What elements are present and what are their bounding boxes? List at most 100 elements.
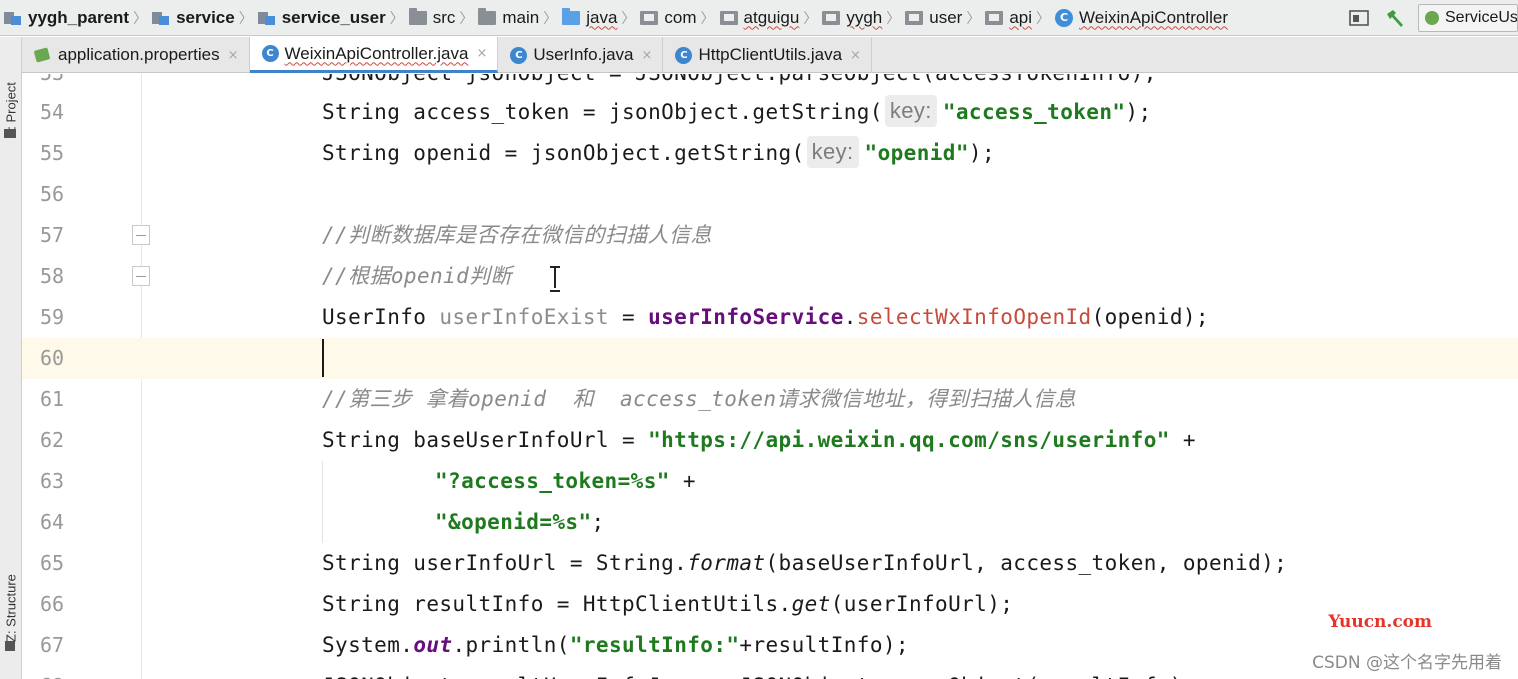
package-icon [640,10,659,25]
line-number: 62 [40,428,65,452]
line-number: 65 [40,551,65,575]
layout-icon[interactable] [1346,5,1372,31]
folder-icon [4,129,16,138]
code-text: JSONObject jsonObject = JSONObject.parse… [322,74,1157,94]
breadcrumb-yygh[interactable]: yygh [822,8,882,28]
chevron-right-icon: 〉 [886,10,901,27]
chevron-right-icon: 〉 [966,10,981,27]
code-text: String resultInfo = HttpClientUtils.get(… [322,592,1014,616]
code-text: "&openid=%s"; [435,510,605,534]
comment-text: //根据openid判断 [322,264,512,288]
folder-icon [408,7,427,25]
package-icon [905,10,924,25]
module-icon [152,10,170,26]
fold-marker-icon[interactable] [132,225,150,245]
project-tool-tab[interactable]: 1: Project [1,47,21,137]
package-icon [822,10,841,25]
code-text: JSONObject resultUserInfoJson = JSONObje… [322,666,1196,679]
class-icon: C [1055,8,1074,27]
class-icon: C [510,46,528,64]
text-cursor-icon [550,266,560,292]
code-line: 56 [22,174,1518,215]
spring-boot-icon [1425,11,1439,25]
line-number: 54 [40,100,65,124]
chevron-right-icon: 〉 [389,10,404,27]
code-text: String openid = jsonObject.getString(key… [322,133,995,174]
current-code-line: 60 [22,338,1518,379]
navigation-bar: yygh_parent 〉 service 〉 service_user 〉 s… [0,0,1518,36]
line-number: 66 [40,592,65,616]
breadcrumb-api[interactable]: api [985,8,1032,28]
structure-tool-tab[interactable]: Z: Structure [1,542,21,642]
breadcrumb-com[interactable]: com [640,8,697,28]
tab-application-properties[interactable]: application.properties × [22,37,250,73]
code-line: 58 //根据openid判断 [22,256,1518,297]
code-editor[interactable]: 53 JSONObject jsonObject = JSONObject.pa… [22,74,1518,679]
chevron-right-icon: 〉 [1036,10,1051,27]
code-text: "?access_token=%s" + [435,469,696,493]
line-number: 55 [40,141,65,165]
breadcrumb-weixin-api-controller[interactable]: C WeixinApiController [1055,8,1228,28]
line-number: 58 [40,264,65,288]
code-line: 61 //第三步 拿着openid 和 access_token请求微信地址，得… [22,379,1518,420]
left-tool-strip: 1: Project Z: Structure [0,37,22,679]
run-configuration-selector[interactable]: ServiceUser [1418,4,1518,32]
chevron-right-icon: 〉 [803,10,818,27]
code-text: UserInfo userInfoExist = userInfoService… [322,305,1209,329]
chevron-right-icon: 〉 [543,10,558,27]
code-line: 67 System.out.println("resultInfo:"+resu… [22,625,1518,666]
editor-tabs: application.properties × C WeixinApiCont… [22,37,1518,73]
fold-marker-icon[interactable] [132,266,150,286]
chevron-right-icon: 〉 [621,10,636,27]
code-line: 57 //判断数据库是否存在微信的扫描人信息 [22,215,1518,256]
class-icon: C [675,46,693,64]
toolbar-right: ServiceUser [1336,0,1518,35]
code-line: 64 "&openid=%s"; [22,502,1518,543]
line-number: 63 [40,469,65,493]
line-number: 56 [40,182,65,206]
properties-file-icon [34,47,52,63]
code-line: 59 UserInfo userInfoExist = userInfoServ… [22,297,1518,338]
close-icon[interactable]: × [642,48,653,63]
breadcrumb-src[interactable]: src [408,7,455,28]
code-line: 54 String access_token = jsonObject.getS… [22,92,1518,133]
structure-icon [5,641,15,651]
build-hammer-icon[interactable] [1382,5,1408,31]
package-icon [719,10,738,25]
close-icon[interactable]: × [850,48,861,63]
chevron-right-icon: 〉 [133,10,148,27]
parameter-hint: key: [884,95,937,127]
breadcrumb-service-user[interactable]: service_user [257,8,386,28]
breadcrumb-yygh-parent[interactable]: yygh_parent [4,8,129,28]
source-folder-icon [562,7,581,25]
tab-user-info[interactable]: C UserInfo.java × [498,37,664,73]
tab-weixin-api-controller[interactable]: C WeixinApiController.java × [249,37,499,73]
breadcrumb-main[interactable]: main [478,7,539,28]
line-number: 61 [40,387,65,411]
code-line: 63 "?access_token=%s" + [22,461,1518,502]
class-icon: C [261,45,279,62]
package-icon [985,10,1004,25]
line-number: 57 [40,223,65,247]
code-line: 55 String openid = jsonObject.getString(… [22,133,1518,174]
breadcrumb-java[interactable]: java [562,7,617,28]
line-number: 68 [22,666,88,679]
code-text: String access_token = jsonObject.getStri… [322,92,1152,133]
line-number: 53 [22,74,88,94]
code-line: 53 JSONObject jsonObject = JSONObject.pa… [22,74,1518,94]
code-line: 68 JSONObject resultUserInfoJson = JSONO… [22,666,1518,679]
code-line: 65 String userInfoUrl = String.format(ba… [22,543,1518,584]
close-icon[interactable]: × [476,46,487,61]
module-icon [4,10,22,26]
breadcrumb-atguigu[interactable]: atguigu [719,8,799,28]
chevron-right-icon: 〉 [459,10,474,27]
code-area[interactable]: 53 JSONObject jsonObject = JSONObject.pa… [22,74,1518,679]
close-icon[interactable]: × [228,48,239,63]
line-number: 59 [40,305,65,329]
chevron-right-icon: 〉 [700,10,715,27]
tab-http-client-utils[interactable]: C HttpClientUtils.java × [663,37,872,73]
comment-text: //判断数据库是否存在微信的扫描人信息 [322,223,712,247]
editor-caret [322,339,324,377]
breadcrumb-user[interactable]: user [905,8,962,28]
breadcrumb-service[interactable]: service [152,8,235,28]
